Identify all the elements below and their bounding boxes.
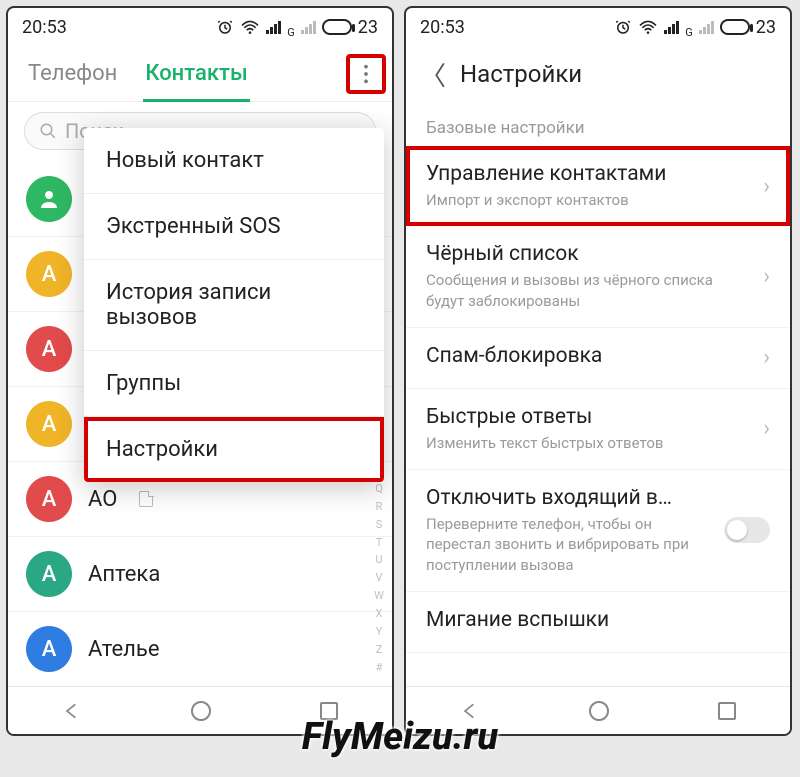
contact-name: АО <box>88 487 117 512</box>
network-type: G <box>685 26 693 39</box>
menu-emergency-sos[interactable]: Экстренный SOS <box>84 194 384 260</box>
menu-call-recording-history[interactable]: История записи вызовов <box>84 260 384 351</box>
overflow-menu-button[interactable] <box>346 54 386 94</box>
avatar: А <box>26 626 72 672</box>
chevron-right-icon: › <box>763 174 770 199</box>
status-time: 20:53 <box>420 17 465 38</box>
row-title: Спам-блокировка <box>426 344 753 368</box>
network-type: G <box>287 26 295 39</box>
settings-header: 〈 Настройки <box>406 46 790 102</box>
tabs-bar: Телефон Контакты <box>8 46 392 102</box>
status-bar: 20:53 G 23 <box>8 8 392 46</box>
alarm-icon <box>216 18 234 36</box>
status-time: 20:53 <box>22 17 67 38</box>
page-title: Настройки <box>460 60 582 88</box>
sim-icon <box>139 491 153 507</box>
row-title: Отключить входящий в… <box>426 486 714 510</box>
system-nav-bar <box>406 686 790 734</box>
row-title: Мигание вспышки <box>426 608 770 632</box>
overflow-menu: Новый контакт Экстренный SOS История зап… <box>84 128 384 482</box>
signal-2-icon <box>699 20 714 34</box>
avatar: А <box>26 326 72 372</box>
chevron-right-icon: › <box>763 345 770 370</box>
person-icon <box>37 187 61 211</box>
nav-home-icon[interactable] <box>191 701 211 721</box>
avatar: А <box>26 476 72 522</box>
avatar <box>26 176 72 222</box>
system-nav-bar <box>8 686 392 734</box>
row-flash-blink[interactable]: Мигание вспышки <box>406 592 790 653</box>
menu-settings[interactable]: Настройки <box>84 417 384 482</box>
row-title: Быстрые ответы <box>426 405 753 429</box>
signal-1-icon <box>664 20 679 34</box>
tab-contacts[interactable]: Контакты <box>131 46 261 101</box>
row-subtitle: Изменить текст быстрых ответов <box>426 433 753 453</box>
chevron-right-icon: › <box>763 416 770 441</box>
row-subtitle: Переверните телефон, чтобы он перестал з… <box>426 514 714 575</box>
battery-icon <box>720 19 750 35</box>
signal-1-icon <box>266 20 281 34</box>
row-spam-block[interactable]: Спам-блокировка › <box>406 328 790 389</box>
nav-recents-icon[interactable] <box>718 702 736 720</box>
row-flip-to-mute[interactable]: Отключить входящий в… Переверните телефо… <box>406 470 790 592</box>
back-button[interactable]: 〈 <box>420 56 446 93</box>
battery-text: 23 <box>358 17 378 38</box>
nav-home-icon[interactable] <box>589 701 609 721</box>
row-subtitle: Сообщения и вызовы из чёрного списка буд… <box>426 270 753 311</box>
wifi-icon <box>638 19 658 35</box>
battery-text: 23 <box>756 17 776 38</box>
nav-back-icon[interactable] <box>460 701 480 721</box>
alarm-icon <box>614 18 632 36</box>
contacts-screen: 20:53 G 23 Телефон Контакты Поиск <box>6 6 394 736</box>
list-item[interactable]: А Ателье <box>8 612 392 686</box>
row-title: Чёрный список <box>426 242 753 266</box>
signal-2-icon <box>301 20 316 34</box>
tab-phone[interactable]: Телефон <box>14 46 131 101</box>
battery-icon <box>322 19 352 35</box>
menu-new-contact[interactable]: Новый контакт <box>84 128 384 194</box>
nav-back-icon[interactable] <box>62 701 82 721</box>
settings-screen: 20:53 G 23 〈 Настройки Базовые настройки… <box>404 6 792 736</box>
more-vert-icon <box>363 63 369 85</box>
contact-name: Аптека <box>88 562 160 587</box>
row-title: Управление контактами <box>426 162 753 186</box>
list-item[interactable]: А Аптека <box>8 537 392 612</box>
search-icon <box>39 122 57 140</box>
avatar: А <box>26 551 72 597</box>
avatar: А <box>26 251 72 297</box>
row-quick-replies[interactable]: Быстрые ответы Изменить текст быстрых от… <box>406 389 790 470</box>
nav-recents-icon[interactable] <box>320 702 338 720</box>
row-blacklist[interactable]: Чёрный список Сообщения и вызовы из чёрн… <box>406 226 790 328</box>
toggle-switch[interactable] <box>724 517 770 543</box>
status-bar: 20:53 G 23 <box>406 8 790 46</box>
row-subtitle: Импорт и экспорт контактов <box>426 190 753 210</box>
menu-groups[interactable]: Группы <box>84 351 384 417</box>
avatar: А <box>26 401 72 447</box>
contact-name: Ателье <box>88 637 160 662</box>
wifi-icon <box>240 19 260 35</box>
chevron-right-icon: › <box>763 264 770 289</box>
section-label: Базовые настройки <box>406 102 790 146</box>
row-manage-contacts[interactable]: Управление контактами Импорт и экспорт к… <box>406 146 790 226</box>
